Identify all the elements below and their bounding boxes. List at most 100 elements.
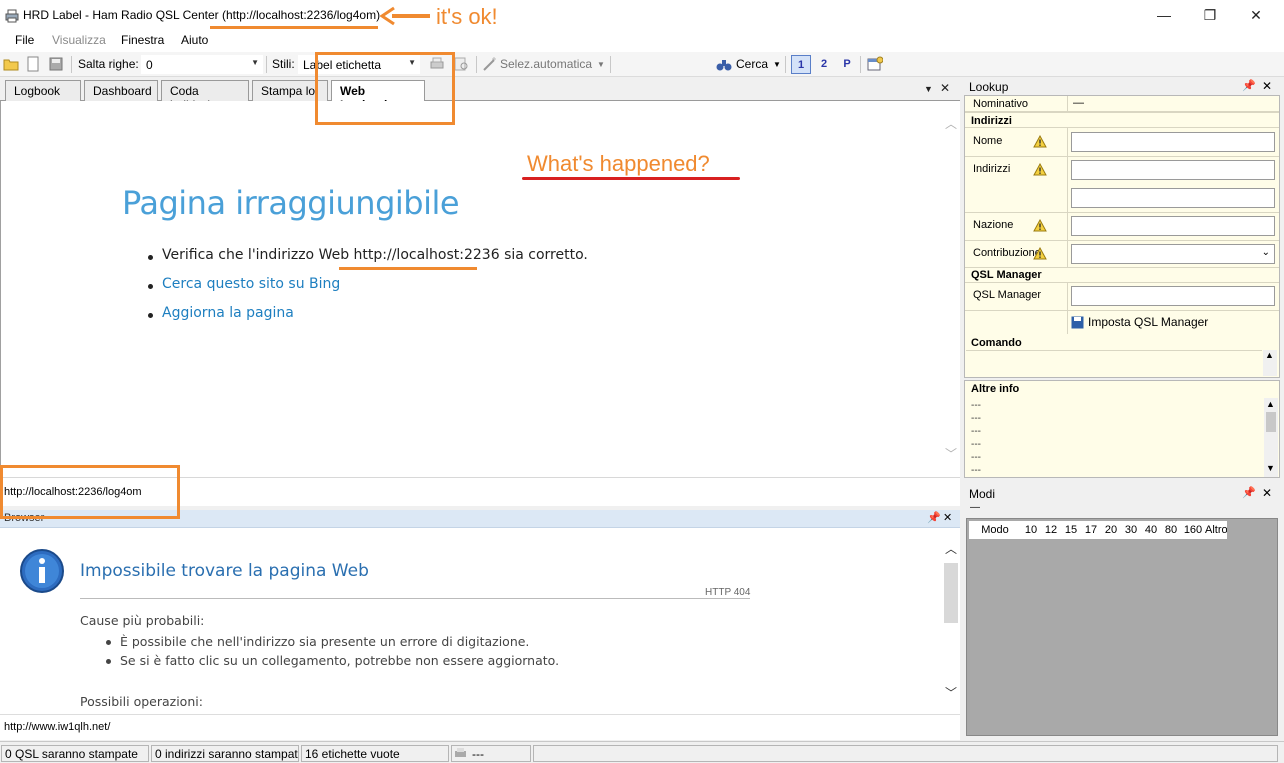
- status-empty-labels: 16 etichette vuote: [301, 745, 449, 762]
- menu-help[interactable]: Aiuto: [181, 33, 208, 47]
- modes-dash: —: [970, 502, 980, 513]
- chevron-down-icon[interactable]: ▼: [597, 60, 605, 69]
- toolbar-separator: [860, 56, 861, 73]
- lookup-pane-header: Lookup 📌 ✕: [964, 79, 1280, 95]
- status-spare-panel: [533, 745, 1278, 762]
- col-header: 80: [1164, 524, 1178, 536]
- page-2-button[interactable]: 2: [814, 55, 834, 74]
- other-info-pane: Altre info --- --- --- --- --- --- ▲ ▼: [964, 380, 1280, 478]
- pin-icon[interactable]: 📌: [927, 511, 941, 524]
- modes-pane-header: Modi 📌 ✕: [964, 486, 1280, 502]
- menu-file[interactable]: File: [15, 33, 34, 47]
- col-header: 30: [1124, 524, 1138, 536]
- close-tab-icon[interactable]: ✕: [940, 81, 950, 95]
- contribution-select[interactable]: ⌄: [1071, 244, 1275, 264]
- save-icon[interactable]: [48, 56, 64, 72]
- col-header: 40: [1144, 524, 1158, 536]
- col-header: 15: [1064, 524, 1078, 536]
- close-icon[interactable]: ✕: [1262, 486, 1272, 500]
- tab-list-dropdown-icon[interactable]: ▼: [924, 84, 933, 94]
- status-extra-text: ---: [472, 747, 484, 761]
- divider: [965, 240, 1279, 241]
- divider: [965, 112, 1279, 113]
- col-header: 20: [1104, 524, 1118, 536]
- chevron-down-icon[interactable]: ▼: [773, 60, 781, 69]
- scroll-up-icon[interactable]: ︿: [945, 540, 957, 557]
- addresses-section: Indirizzi: [971, 115, 1012, 127]
- toolbar-separator: [610, 56, 611, 73]
- refresh-page-link[interactable]: Aggiorna la pagina: [148, 305, 588, 334]
- wand-icon: [483, 57, 496, 71]
- annotation-question: What's happened?: [527, 151, 710, 176]
- qsl-manager-input[interactable]: [1071, 286, 1275, 306]
- web-logbook-view: ︿ ﹀ Pagina irraggiungibile Verifica che …: [0, 101, 960, 477]
- close-icon[interactable]: ✕: [1262, 79, 1272, 93]
- pin-icon[interactable]: 📌: [1242, 79, 1256, 92]
- browser-pane: Impossibile trovare la pagina Web HTTP 4…: [0, 528, 960, 714]
- settings-window-icon[interactable]: [867, 56, 883, 72]
- scroll-up-icon[interactable]: ▲: [1265, 350, 1274, 360]
- name-input[interactable]: [1071, 132, 1275, 152]
- search-button[interactable]: Cerca: [736, 57, 768, 71]
- divider: [965, 156, 1279, 157]
- command-field[interactable]: [966, 350, 1262, 376]
- divider: [965, 282, 1279, 283]
- menu-view[interactable]: Visualizza: [52, 33, 106, 47]
- error-page-title: Pagina irraggiungibile: [122, 184, 460, 222]
- scroll-down-icon[interactable]: ▼: [1266, 463, 1275, 473]
- qsl-manager-label: QSL Manager: [973, 289, 1042, 301]
- scroll-thumb[interactable]: [1266, 412, 1276, 432]
- set-qsl-manager-label: Imposta QSL Manager: [1088, 315, 1209, 329]
- browser-error-title: Impossibile trovare la pagina Web: [80, 561, 369, 581]
- tab-dashboard[interactable]: Dashboard: [84, 80, 158, 101]
- open-folder-icon[interactable]: [3, 56, 19, 72]
- window-title: HRD Label - Ham Radio QSL Center (http:/…: [23, 8, 381, 22]
- new-document-icon[interactable]: [25, 56, 41, 72]
- maximize-button[interactable]: ❐: [1190, 4, 1230, 26]
- pin-icon[interactable]: 📌: [1242, 486, 1256, 499]
- tab-coda-indirizzi[interactable]: Coda indirizzi: [161, 80, 249, 112]
- close-icon[interactable]: ✕: [943, 511, 952, 524]
- scroll-down-icon[interactable]: ﹀: [945, 445, 957, 462]
- list-item: ---: [971, 400, 981, 411]
- operations-heading: Possibili operazioni:: [80, 694, 203, 709]
- menu-window[interactable]: Finestra: [121, 33, 164, 47]
- close-button[interactable]: ✕: [1236, 4, 1276, 26]
- scroll-thumb[interactable]: [944, 563, 958, 623]
- list-item: ---: [971, 439, 981, 450]
- list-item: ---: [971, 426, 981, 437]
- browser-scrollbar[interactable]: ︿ ﹀: [943, 538, 959, 708]
- skip-rows-select[interactable]: 0 ▼: [141, 55, 263, 74]
- other-info-title: Altre info: [971, 383, 1020, 395]
- divider: [80, 598, 750, 599]
- address-input-1[interactable]: [1071, 160, 1275, 180]
- address-input-2[interactable]: [1071, 188, 1275, 208]
- other-info-scrollbar[interactable]: ▲ ▼: [1264, 398, 1278, 477]
- country-input[interactable]: [1071, 216, 1275, 236]
- command-scrollbar[interactable]: ▲: [1263, 350, 1277, 376]
- browser-address-bar[interactable]: http://www.iw1qlh.net/: [0, 714, 960, 740]
- status-bar: 0 QSL saranno stampate 0 indirizzi saran…: [0, 741, 1284, 763]
- minimize-button[interactable]: —: [1144, 4, 1184, 26]
- search-bing-link[interactable]: Cerca questo sito su Bing: [148, 276, 588, 305]
- chevron-down-icon: ▼: [251, 58, 259, 67]
- status-address-count: 0 indirizzi saranno stampati: [151, 745, 299, 762]
- warning-icon: [1033, 163, 1047, 176]
- page-p-button[interactable]: P: [837, 55, 857, 74]
- tab-logbook[interactable]: Logbook: [5, 80, 81, 101]
- scroll-up-icon[interactable]: ▲: [1266, 399, 1275, 409]
- styles-label: Stili:: [272, 57, 295, 71]
- app-window: HRD Label - Ham Radio QSL Center (http:/…: [0, 0, 1284, 763]
- scroll-down-icon[interactable]: ﹀: [945, 684, 957, 701]
- chevron-down-icon: ⌄: [1261, 247, 1270, 258]
- causes-heading: Cause più probabili:: [80, 613, 205, 628]
- scroll-up-icon[interactable]: ︿: [945, 115, 957, 132]
- print-preview-icon[interactable]: [453, 56, 469, 72]
- col-header: 10: [1024, 524, 1038, 536]
- page-1-button[interactable]: 1: [791, 55, 811, 74]
- printer-app-icon: [5, 9, 19, 23]
- browser-address-text: http://www.iw1qlh.net/: [4, 721, 111, 733]
- autoselect-button[interactable]: Selez.automatica: [500, 57, 592, 71]
- toolbar-separator: [71, 56, 72, 73]
- toolbar-separator: [785, 56, 786, 73]
